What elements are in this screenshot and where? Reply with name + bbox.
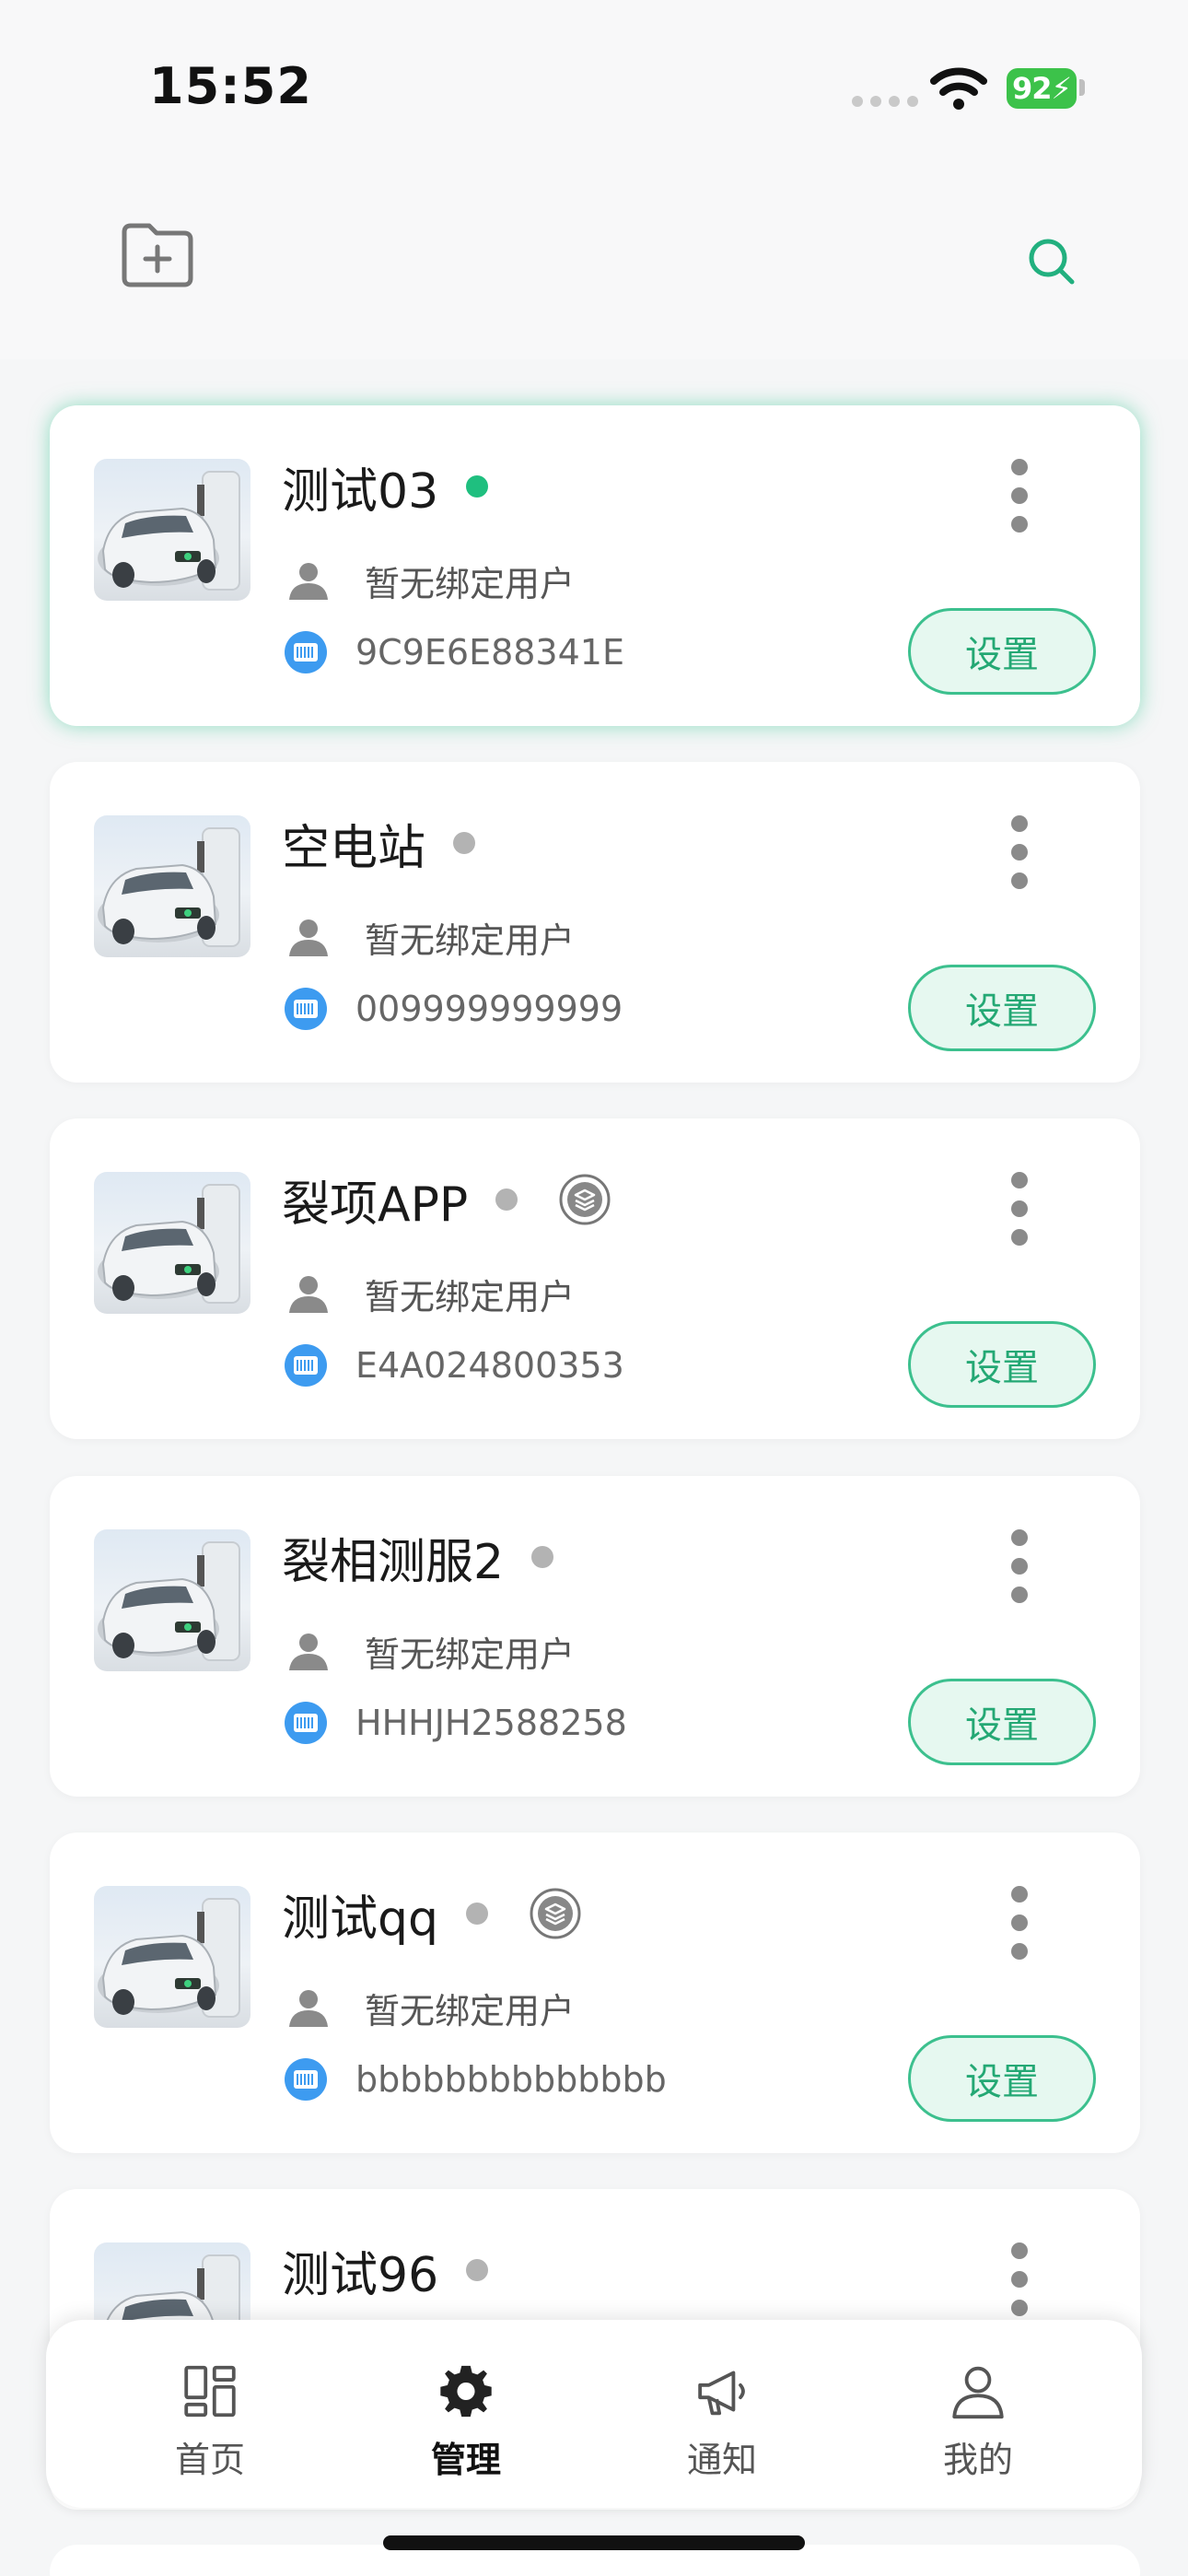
add-folder-icon[interactable] — [120, 221, 195, 289]
settings-button[interactable]: 设置 — [908, 965, 1096, 1051]
bound-user-label: 暂无绑定用户 — [365, 1990, 576, 2032]
device-card[interactable]: 测试03 暂无绑定用户 9C9E6E88341E 设置 — [50, 405, 1140, 726]
charger-thumbnail — [94, 815, 250, 957]
user-icon — [289, 1276, 328, 1313]
device-card[interactable]: 测试qq 暂无绑定用户 bbbbbbbbbbbbbb 设置 — [50, 1832, 1140, 2153]
settings-button[interactable]: 设置 — [908, 1679, 1096, 1765]
serial-number-icon — [285, 988, 327, 1030]
bound-user-label: 暂无绑定用户 — [365, 563, 576, 604]
device-name: 测试96 — [282, 2247, 439, 2303]
battery-level: 92 — [1012, 71, 1053, 106]
gear-icon — [440, 2365, 492, 2418]
tab-label: 通知 — [686, 2440, 757, 2480]
user-icon — [289, 1633, 328, 1670]
device-name: 裂相测服2 — [282, 1534, 505, 1590]
user-icon — [289, 563, 328, 600]
more-options-icon[interactable] — [998, 450, 1041, 542]
tab-profile[interactable]: 我的 — [886, 2362, 1070, 2482]
device-name: 测试03 — [282, 463, 439, 520]
status-dot-offline — [453, 832, 476, 854]
bound-user-label: 暂无绑定用户 — [365, 1633, 576, 1675]
tab-notifications[interactable]: 通知 — [630, 2362, 814, 2482]
status-dot-offline — [466, 2259, 489, 2281]
device-card[interactable]: 裂相测服2 暂无绑定用户 HHHJH2588258 设置 — [50, 1476, 1140, 1797]
more-options-icon[interactable] — [998, 1520, 1041, 1612]
status-dot-online — [466, 475, 489, 498]
serial-number: 009999999999 — [355, 989, 623, 1029]
charger-thumbnail — [94, 1886, 250, 2028]
user-icon — [289, 919, 328, 956]
stack-badge-icon — [530, 1888, 581, 1939]
more-options-icon[interactable] — [998, 1163, 1041, 1255]
serial-number-icon — [285, 1344, 327, 1387]
user-icon — [289, 1990, 328, 2027]
status-dot-offline — [531, 1546, 554, 1568]
battery-icon: 92 ⚡ — [1007, 68, 1077, 109]
home-indicator — [383, 2535, 805, 2550]
serial-number-icon — [285, 1702, 327, 1744]
cellular-signal-icon — [852, 96, 918, 107]
serial-number: HHHJH2588258 — [355, 1703, 627, 1743]
serial-number: E4A024800353 — [355, 1345, 624, 1386]
tab-home[interactable]: 首页 — [118, 2362, 302, 2482]
dashboard-icon — [184, 2365, 236, 2418]
stack-badge-icon — [559, 1174, 611, 1225]
settings-button[interactable]: 设置 — [908, 1321, 1096, 1408]
megaphone-icon — [698, 2371, 745, 2416]
bottom-tab-bar: 首页 管理 通知 我的 — [46, 2320, 1142, 2508]
status-bar: 15:52 92 ⚡ — [0, 0, 1188, 184]
serial-number: bbbbbbbbbbbbbb — [355, 2059, 667, 2100]
settings-button[interactable]: 设置 — [908, 608, 1096, 695]
charger-thumbnail — [94, 459, 250, 601]
device-card[interactable]: 空电站 暂无绑定用户 009999999999 设置 — [50, 762, 1140, 1083]
tab-manage[interactable]: 管理 — [374, 2362, 558, 2482]
tab-label: 首页 — [174, 2440, 245, 2480]
device-card[interactable]: 裂项APP 暂无绑定用户 E4A024800353 设置 — [50, 1118, 1140, 1439]
bound-user-label: 暂无绑定用户 — [365, 919, 576, 961]
tab-label: 我的 — [942, 2440, 1013, 2480]
serial-number-icon — [285, 2058, 327, 2101]
more-options-icon[interactable] — [998, 2233, 1041, 2325]
bound-user-label: 暂无绑定用户 — [365, 1276, 576, 1317]
device-name: 测试qq — [282, 1891, 439, 1947]
charger-thumbnail — [94, 1172, 250, 1314]
serial-number-icon — [285, 631, 327, 673]
more-options-icon[interactable] — [998, 1877, 1041, 1969]
search-icon[interactable] — [1024, 234, 1079, 289]
wifi-icon — [930, 67, 987, 110]
status-dot-offline — [466, 1903, 489, 1925]
status-dot-offline — [495, 1188, 518, 1211]
serial-number: 9C9E6E88341E — [355, 632, 624, 673]
tab-label: 管理 — [430, 2440, 501, 2480]
charger-thumbnail — [94, 1529, 250, 1671]
profile-icon — [952, 2366, 1004, 2419]
status-time: 15:52 — [149, 57, 312, 115]
device-name: 裂项APP — [282, 1177, 469, 1233]
more-options-icon[interactable] — [998, 806, 1041, 898]
device-name: 空电站 — [282, 820, 426, 876]
settings-button[interactable]: 设置 — [908, 2035, 1096, 2122]
